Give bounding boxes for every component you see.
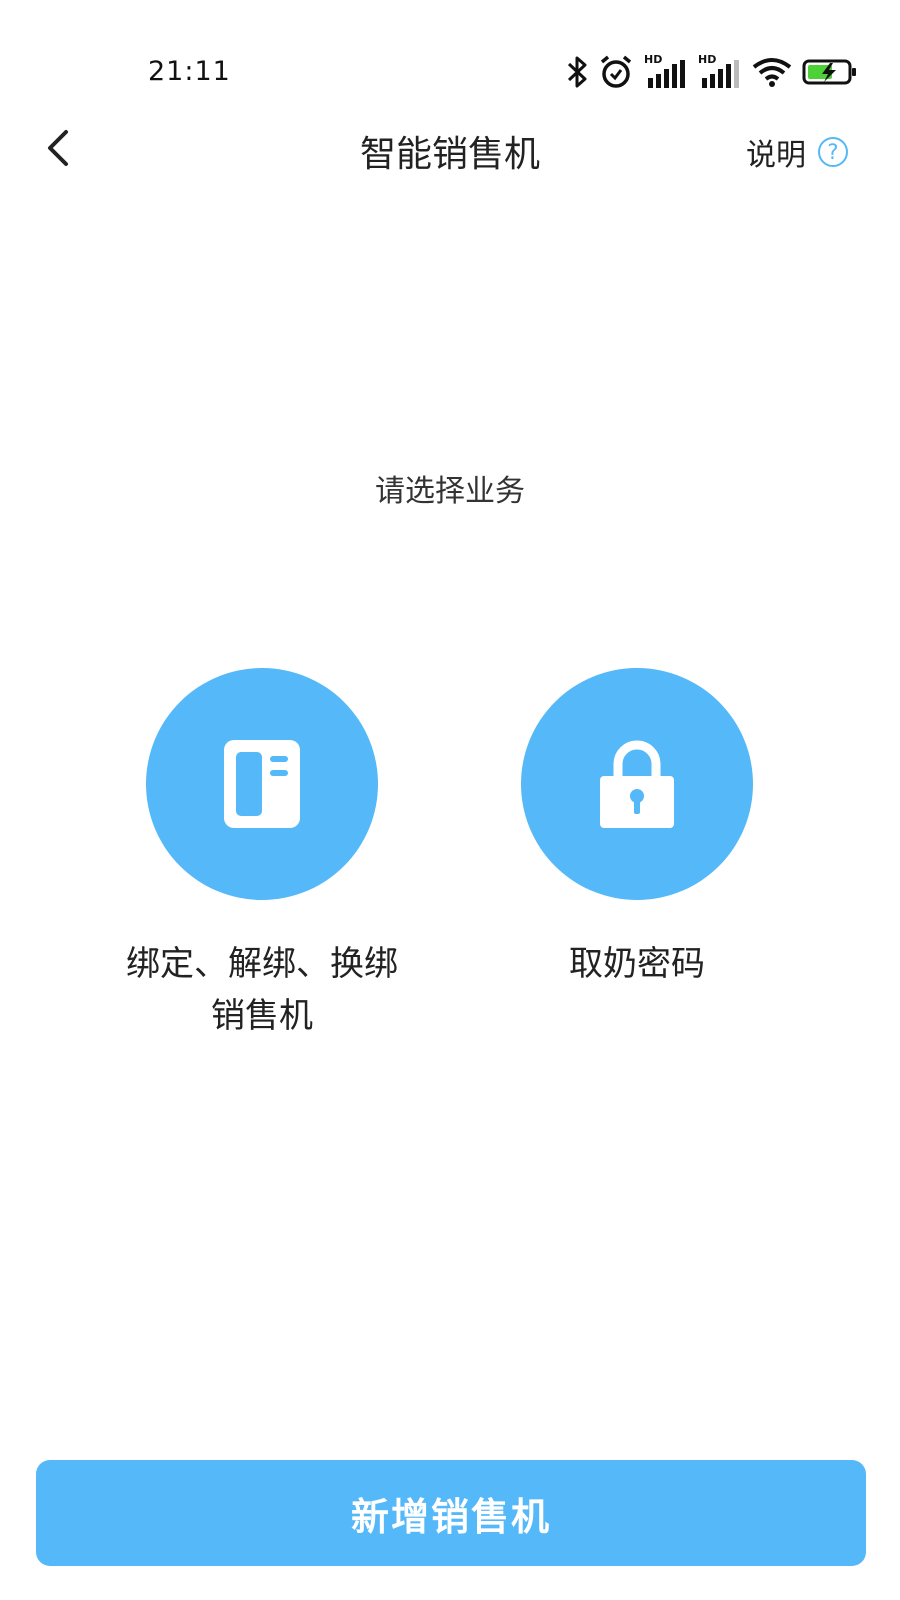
vending-machine-icon [224,740,300,828]
sim2-signal: HD [698,54,742,90]
question-circle-icon: ? [818,137,848,167]
option-bind-circle[interactable] [146,668,378,900]
option-password-label: 取奶密码 [569,944,705,984]
status-icons: HD HD [566,52,858,92]
sim1-signal: HD [644,54,688,90]
alarm-icon [600,55,632,88]
wifi-icon [752,58,792,87]
select-business-prompt: 请选择业务 [375,474,525,509]
bluetooth-icon [567,56,587,88]
add-vending-machine-button[interactable]: 新增销售机 [36,1460,866,1566]
lock-icon [600,740,674,828]
option-bind-label: 绑定、解绑、换绑 销售机 [126,944,398,1036]
status-bar: 21:11 HD HD [0,0,900,110]
signal-icon [648,60,685,88]
nav-bar: 智能销售机 说明 ? [0,110,900,190]
help-link[interactable]: 说明 ? [746,130,848,174]
option-password-circle[interactable] [521,668,753,900]
option-bind-machine[interactable]: 绑定、解绑、换绑 销售机 [92,668,432,1042]
battery-charging-icon [802,59,856,85]
status-time: 21:11 [148,56,231,87]
option-pickup-password[interactable]: 取奶密码 [467,668,807,990]
page: 21:11 HD HD 智能销售机 说明 ? 请选择业务 绑定、解绑、换绑 销售… [0,0,900,1600]
help-label: 说明 [746,138,806,173]
signal-icon [702,60,739,88]
